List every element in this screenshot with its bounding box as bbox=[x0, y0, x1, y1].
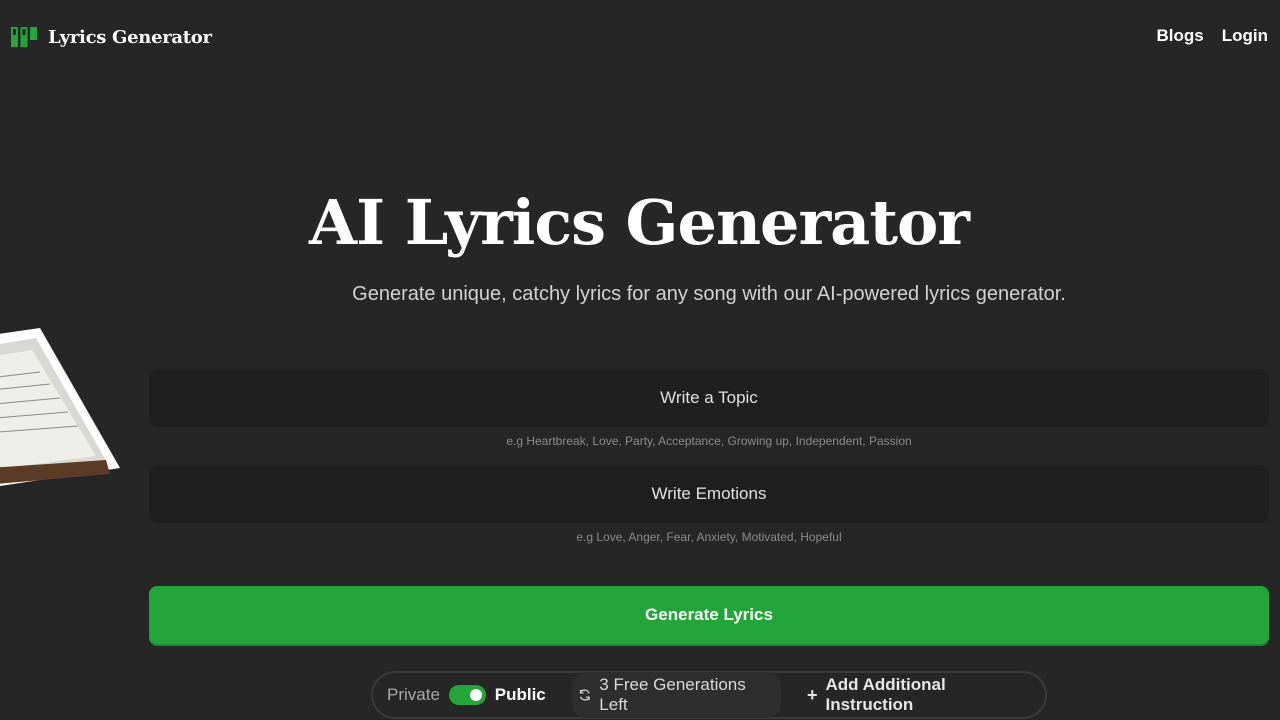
generations-left-badge: 3 Free Generations Left bbox=[571, 672, 781, 718]
nav-blogs-link[interactable]: Blogs bbox=[1157, 26, 1204, 46]
private-label[interactable]: Private bbox=[387, 685, 440, 705]
notebook-illustration bbox=[0, 328, 120, 486]
visibility-toggle[interactable] bbox=[448, 685, 486, 705]
options-bar: Private Public 3 Free Generations Left +… bbox=[371, 671, 1047, 719]
page: Lyrics Generator Blogs Login AI Lyrics G… bbox=[0, 0, 1280, 720]
generate-lyrics-button[interactable]: Generate Lyrics bbox=[149, 586, 1269, 644]
top-nav: Blogs Login bbox=[1157, 26, 1269, 46]
topic-hint: e.g Heartbreak, Love, Party, Acceptance,… bbox=[506, 434, 912, 448]
lyrics-logo-icon bbox=[11, 27, 37, 47]
brand-logo[interactable]: Lyrics Generator bbox=[10, 24, 212, 50]
topic-input[interactable] bbox=[149, 369, 1269, 427]
public-label[interactable]: Public bbox=[495, 685, 546, 705]
emotions-hint: e.g Love, Anger, Fear, Anxiety, Motivate… bbox=[576, 530, 842, 544]
add-instruction-label: Add Additional Instruction bbox=[825, 675, 946, 714]
generations-left-text: 3 Free Generations Left bbox=[599, 675, 746, 714]
page-title-text: AI Lyrics Generator bbox=[309, 186, 970, 259]
plus-icon: + bbox=[806, 684, 818, 705]
toggle-knob bbox=[469, 689, 482, 701]
emotions-input[interactable] bbox=[149, 465, 1269, 523]
add-instruction-button[interactable]: + Add Additional Instruction bbox=[807, 675, 1031, 715]
refresh-icon bbox=[579, 689, 590, 701]
brand-name: Lyrics Generator bbox=[48, 26, 212, 48]
page-subtitle: Generate unique, catchy lyrics for any s… bbox=[352, 283, 1066, 305]
nav-login-link[interactable]: Login bbox=[1222, 26, 1268, 46]
page-title: AI Lyrics Generator bbox=[0, 180, 1280, 266]
site-header: Lyrics Generator Blogs Login bbox=[0, 0, 1280, 74]
